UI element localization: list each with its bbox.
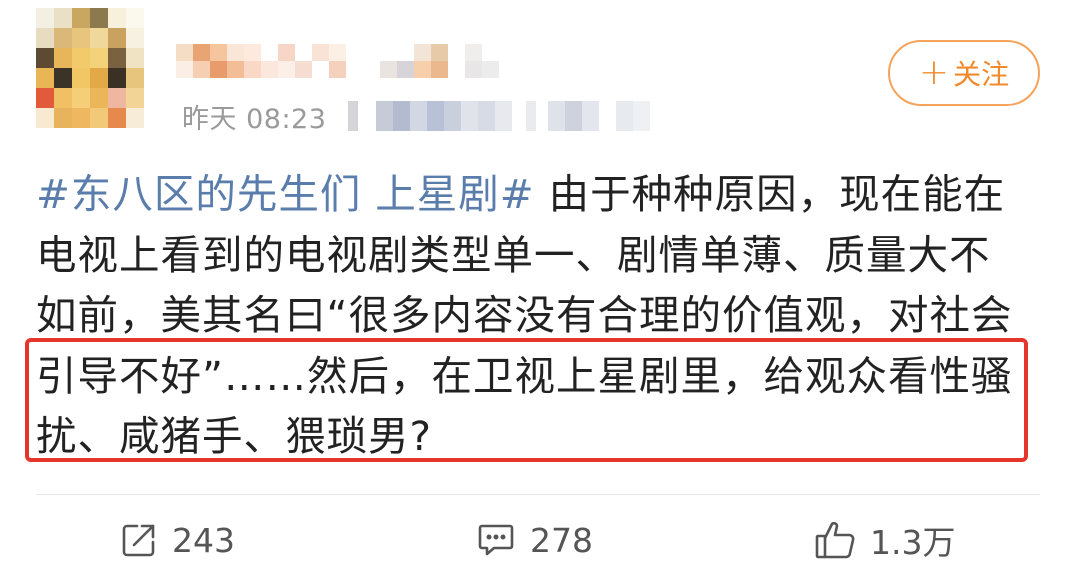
post-line: 扰、咸猪手、猥琐男? <box>36 412 432 460</box>
post-meta: 昨天 08:23 <box>182 96 651 136</box>
post-line: 如前，美其名曰“很多内容没有合理的价值观，对社会 <box>36 291 1013 339</box>
comment-icon <box>476 521 516 559</box>
repost-button[interactable]: 243 <box>120 516 235 564</box>
post-time: 昨天 08:23 <box>182 103 327 135</box>
comment-count: 278 <box>530 520 593 560</box>
plus-icon: + <box>918 52 950 93</box>
post-line: 电视上看到的电视剧类型单一、剧情单薄、质量大不 <box>36 230 991 279</box>
follow-label: 关注 <box>953 58 1010 91</box>
username-mosaic[interactable] <box>176 44 499 78</box>
post-text: #东八区的先生们 上星剧# 由于种种原因，现在能在 电视上看到的电视剧类型单一、… <box>36 164 1036 467</box>
thumbs-up-icon <box>814 520 856 560</box>
avatar[interactable] <box>36 8 144 128</box>
repost-count: 243 <box>172 520 235 560</box>
like-count: 1.3万 <box>870 523 956 562</box>
divider <box>36 494 1040 495</box>
follow-button[interactable]: + 关注 <box>888 40 1040 106</box>
share-icon <box>120 521 158 559</box>
post-line-text: 由于种种原因，现在能在 <box>534 170 1006 218</box>
like-button[interactable]: 1.3万 <box>814 516 955 564</box>
comment-button[interactable]: 278 <box>476 516 593 564</box>
post-line: #东八区的先生们 上星剧# 由于种种原因，现在能在 <box>36 164 1036 225</box>
post-line: 引导不好”……然后，在卫视上星剧里，给观众看性骚 <box>36 351 1013 400</box>
hashtag-link[interactable]: #东八区的先生们 上星剧# <box>36 170 535 218</box>
post-source-mosaic <box>348 101 651 131</box>
